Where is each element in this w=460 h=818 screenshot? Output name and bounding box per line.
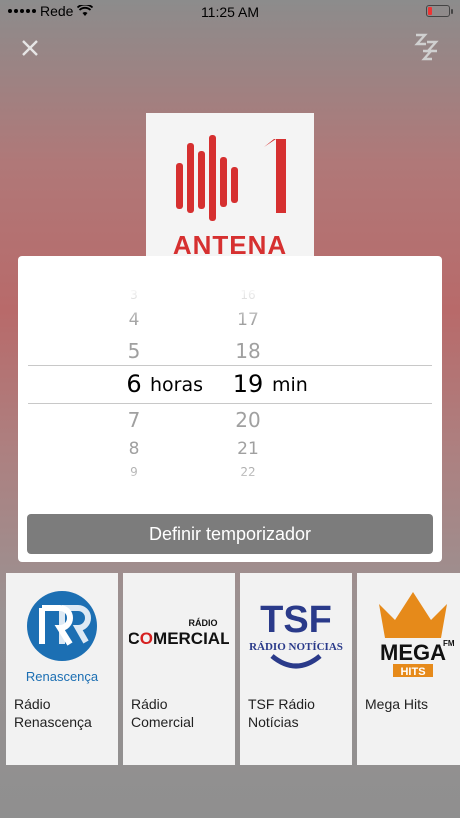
- svg-text:RÁDIO: RÁDIO: [189, 618, 218, 628]
- sleep-timer-button[interactable]: [414, 32, 444, 62]
- station-name: Rádio Comercial: [131, 696, 195, 730]
- svg-text:COMERCIAL: COMERCIAL: [129, 629, 229, 648]
- renascenca-logo-text: Renascença: [26, 669, 99, 684]
- station-card-comercial[interactable]: RÁDIO COMERCIAL Rádio Comercial: [123, 573, 235, 765]
- current-station-logo: ANTENA: [146, 113, 314, 263]
- minutes-option[interactable]: 17: [218, 310, 278, 330]
- station-card-megahits[interactable]: MEGA FM HITS Mega Hits: [357, 573, 460, 765]
- clock: 11:25 AM: [200, 4, 260, 20]
- hours-option[interactable]: 9: [104, 465, 164, 479]
- set-timer-button[interactable]: Definir temporizador: [27, 514, 433, 554]
- station-list: Renascença Rádio Renascença RÁDIO COMERC…: [6, 573, 460, 765]
- minutes-option[interactable]: 18: [218, 339, 278, 363]
- svg-text:MEGA: MEGA: [380, 640, 446, 665]
- station-logo: TSF RÁDIO NOTÍCIAS: [240, 581, 352, 691]
- station-name: Rádio Renascença: [14, 696, 92, 730]
- minutes-option[interactable]: 20: [218, 408, 278, 432]
- timer-picker[interactable]: 3 4 5 6 7 8 9 horas 16 17 18 19 20 21 22…: [18, 282, 442, 508]
- svg-text:RÁDIO NOTÍCIAS: RÁDIO NOTÍCIAS: [249, 641, 343, 653]
- comercial-logo-icon: RÁDIO COMERCIAL: [129, 618, 229, 648]
- station-card-tsf[interactable]: TSF RÁDIO NOTÍCIAS TSF Rádio Notícias: [240, 573, 352, 765]
- svg-text:FM: FM: [443, 639, 455, 648]
- sleep-zzz-icon: [414, 33, 439, 61]
- tsf-logo-icon: TSF RÁDIO NOTÍCIAS: [249, 599, 343, 669]
- status-bar: Rede 11:25 AM: [0, 0, 460, 24]
- hours-unit-label: horas: [150, 374, 204, 396]
- hours-option[interactable]: 3: [104, 288, 164, 302]
- svg-text:TSF: TSF: [260, 599, 332, 641]
- minutes-selected[interactable]: 19: [218, 370, 278, 398]
- sleep-timer-dialog: 3 4 5 6 7 8 9 horas 16 17 18 19 20 21 22…: [18, 256, 442, 562]
- battery-icon: [426, 5, 453, 17]
- close-icon: [22, 40, 38, 56]
- svg-text:HITS: HITS: [400, 666, 425, 678]
- station-logo: MEGA FM HITS: [357, 581, 460, 691]
- megahits-logo-icon: MEGA FM HITS: [379, 592, 455, 678]
- station-name: Mega Hits: [365, 696, 429, 712]
- renascenca-logo-icon: Renascença: [26, 591, 99, 684]
- hours-option[interactable]: 5: [104, 339, 164, 363]
- hours-option[interactable]: 4: [104, 310, 164, 330]
- minutes-wheel[interactable]: 16 17 18 19 20 21 22: [218, 282, 278, 484]
- minutes-option[interactable]: 22: [218, 465, 278, 479]
- minutes-option[interactable]: 16: [218, 288, 278, 302]
- station-card-renascenca[interactable]: Renascença Rádio Renascença: [6, 573, 118, 765]
- minutes-unit-label: min: [272, 374, 308, 396]
- station-name: TSF Rádio Notícias: [248, 696, 315, 730]
- close-button[interactable]: [18, 36, 42, 60]
- station-logo: RÁDIO COMERCIAL: [123, 581, 235, 691]
- station-logo: Renascença: [6, 581, 118, 691]
- minutes-option[interactable]: 21: [218, 439, 278, 459]
- hours-option[interactable]: 8: [104, 439, 164, 459]
- hours-option[interactable]: 7: [104, 408, 164, 432]
